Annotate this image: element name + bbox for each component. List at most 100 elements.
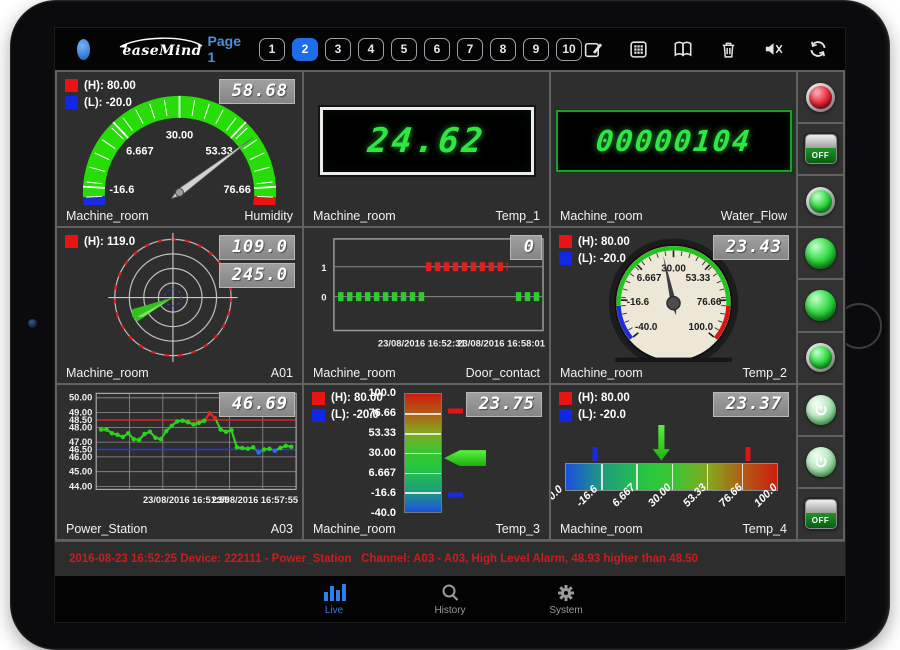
tab-live[interactable]: Live xyxy=(302,583,366,616)
svg-text:44.00: 44.00 xyxy=(69,481,92,491)
page-buttons: 123456789 10 xyxy=(259,38,582,61)
low-limit-label: (L): -20.0 xyxy=(578,409,626,421)
indicator-strip: OFF OFF xyxy=(798,72,843,539)
toolbar-icons xyxy=(582,38,829,60)
book-icon[interactable] xyxy=(672,38,694,60)
page-button-5[interactable]: 5 xyxy=(391,38,417,61)
app-logo: easeMind xyxy=(112,34,173,64)
svg-text:30.00: 30.00 xyxy=(166,130,193,142)
channel-name: Temp_3 xyxy=(496,522,540,536)
page-button-4[interactable]: 4 xyxy=(358,38,384,61)
page-button-9[interactable]: 9 xyxy=(523,38,549,61)
channel-name: Door_contact xyxy=(466,366,540,380)
scale-label: -16.6 xyxy=(371,487,396,499)
device-name: Machine_room xyxy=(66,366,149,380)
widget-humidity-gauge[interactable]: (H): 80.00 (L): -20.0 58.68 -40.0-16.66.… xyxy=(57,72,302,226)
svg-text:6.667: 6.667 xyxy=(126,145,153,157)
tab-history[interactable]: History xyxy=(418,583,482,616)
channel-name: A01 xyxy=(271,366,293,380)
page-button-7[interactable]: 7 xyxy=(457,38,483,61)
channel-name: A03 xyxy=(271,522,293,536)
page-button-3[interactable]: 3 xyxy=(325,38,351,61)
widget-grid: (H): 80.00 (L): -20.0 58.68 -40.0-16.66.… xyxy=(55,70,845,541)
low-limit-swatch xyxy=(65,96,78,109)
led-lamp-2 xyxy=(798,280,843,330)
high-limit-swatch xyxy=(559,235,572,248)
svg-text:76.66: 76.66 xyxy=(223,184,250,196)
scale-label: 6.667 xyxy=(368,467,396,479)
toolbar: easeMind Page 1 123456789 10 xyxy=(55,28,845,70)
svg-text:1: 1 xyxy=(321,263,326,274)
camera-icon xyxy=(28,319,37,328)
seven-segment-counter: 00000104 xyxy=(556,110,792,172)
scale-label: -40.0 xyxy=(371,507,396,519)
high-limit-marker xyxy=(448,408,463,413)
device-name: Machine_room xyxy=(313,209,396,223)
high-limit-label: (H): 119.0 xyxy=(84,236,135,248)
mute-icon[interactable] xyxy=(762,38,784,60)
page-button-6[interactable]: 6 xyxy=(424,38,450,61)
low-limit-swatch xyxy=(559,252,572,265)
gradient-bar xyxy=(404,393,442,513)
edit-icon[interactable] xyxy=(582,38,604,60)
app-screen: easeMind Page 1 12345678910 xyxy=(55,28,845,622)
svg-text:6.667: 6.667 xyxy=(637,273,662,284)
tablet-frame: easeMind Page 1 12345678910 xyxy=(10,0,890,650)
low-limit-marker xyxy=(593,447,598,461)
digital-value: 23.43 xyxy=(713,235,789,260)
widget-temp2-gauge[interactable]: (H): 80.00 (L): -20.0 23.43 -40.0-16.66.… xyxy=(551,228,796,382)
widget-waterflow-counter[interactable]: 00000104 Machine_room Water_Flow xyxy=(551,72,796,226)
page-button-8[interactable]: 8 xyxy=(490,38,516,61)
led-lamp-1 xyxy=(798,228,843,278)
widget-doorcontact-trend[interactable]: 0 1023/08/2016 16:52:3123/08/2016 16:58:… xyxy=(304,228,549,382)
device-name: Machine_room xyxy=(66,209,149,223)
device-name: Power_Station xyxy=(66,522,147,536)
page-button-2[interactable]: 2 xyxy=(292,38,318,61)
widget-temp3-barmeter[interactable]: (H): 80.00 (L): -20.0 23.75 100.076.6653… xyxy=(304,385,549,539)
svg-text:45.00: 45.00 xyxy=(69,466,92,476)
refresh-icon[interactable] xyxy=(807,38,829,60)
digital-value: 23.37 xyxy=(713,392,789,417)
status-lamp-1 xyxy=(798,176,843,226)
widget-temp1-display[interactable]: 24.62 Machine_roomTemp_1 xyxy=(304,72,549,226)
svg-text:23/08/2016 16:57:55: 23/08/2016 16:57:55 xyxy=(212,495,298,505)
svg-text:53.33: 53.33 xyxy=(686,273,711,284)
threshold-legend: (H): 80.00 (L): -20.0 xyxy=(559,392,630,422)
low-limit-label: (L): -20.0 xyxy=(84,97,132,109)
channel-name: Water_Flow xyxy=(721,209,787,223)
high-limit-swatch xyxy=(559,392,572,405)
bottom-nav: Live History System xyxy=(55,576,845,622)
channel-name: Humidity xyxy=(244,209,293,223)
device-name: Machine_room xyxy=(560,209,643,223)
low-limit-swatch xyxy=(312,409,325,422)
page-label: Page 1 xyxy=(208,33,241,65)
scale-label: 53.33 xyxy=(368,427,396,439)
angle-value: 245.0 xyxy=(219,263,295,288)
page-button-1[interactable]: 1 xyxy=(259,38,285,61)
device-name: Machine_room xyxy=(560,366,643,380)
high-limit-label: (H): 80.00 xyxy=(331,392,383,404)
value-pointer xyxy=(444,450,486,466)
svg-text:76.66: 76.66 xyxy=(697,297,722,308)
grid-icon[interactable] xyxy=(627,38,649,60)
widget-a01-radar[interactable]: (H): 119.0 109.0 245.0 Machine_roomA01 xyxy=(57,228,302,382)
high-limit-marker xyxy=(745,447,750,461)
tab-system[interactable]: System xyxy=(534,583,598,616)
trash-icon[interactable] xyxy=(717,38,739,60)
page-button-10[interactable]: 10 xyxy=(556,38,582,61)
device-name: Machine_room xyxy=(560,522,643,536)
svg-text:100.0: 100.0 xyxy=(689,322,714,333)
svg-text:-16.6: -16.6 xyxy=(109,184,134,196)
power-button-2[interactable] xyxy=(798,437,843,487)
horizontal-bar-meter: -40.0-16.66.66730.0053.3376.66100.0 xyxy=(565,429,778,521)
widget-a03-trend-chart[interactable]: 46.69 50.0049.0048.5048.0047.0046.5046.0… xyxy=(57,385,302,539)
toggle-switch-1[interactable]: OFF xyxy=(798,124,843,174)
widget-temp4-barmeter[interactable]: (H): 80.00 (L): -20.0 23.37 -40.0-16.66.… xyxy=(551,385,796,539)
svg-text:50.00: 50.00 xyxy=(69,392,92,402)
power-button-1[interactable] xyxy=(798,385,843,435)
svg-text:23/08/2016 16:52:31: 23/08/2016 16:52:31 xyxy=(378,339,466,350)
low-limit-swatch xyxy=(559,409,572,422)
svg-text:0: 0 xyxy=(321,293,326,304)
svg-text:48.00: 48.00 xyxy=(69,422,92,432)
toggle-switch-2[interactable]: OFF xyxy=(798,489,843,539)
